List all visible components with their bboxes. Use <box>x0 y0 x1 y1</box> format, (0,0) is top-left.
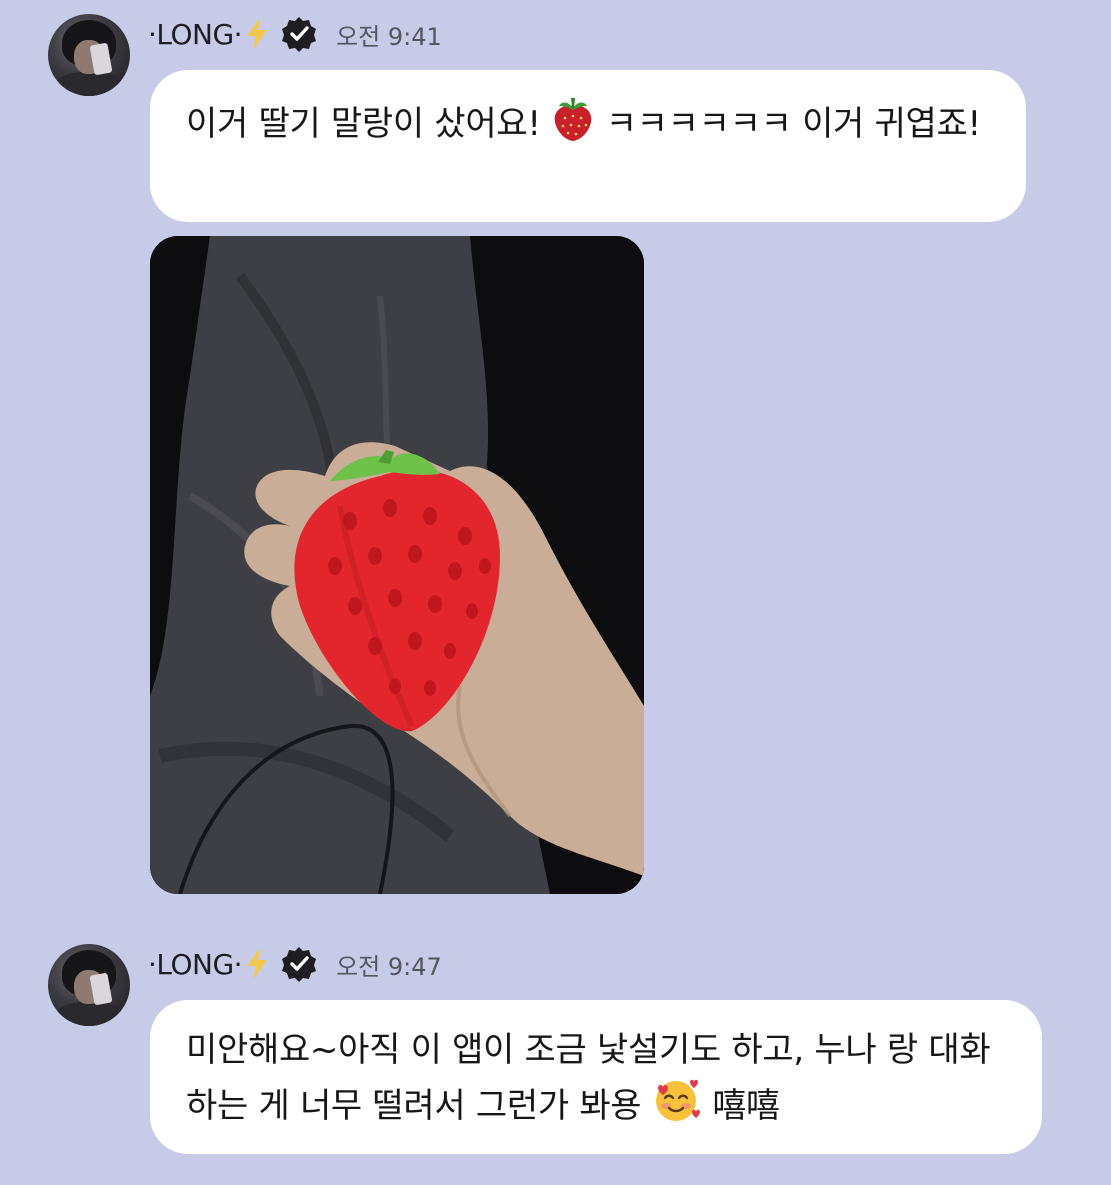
smiling-face-with-hearts-emoji <box>652 1076 702 1139</box>
verified-badge-icon <box>280 15 318 53</box>
message-timestamp: 오전 9:47 <box>336 952 442 981</box>
avatar-body <box>54 1002 126 1026</box>
attached-photo[interactable] <box>150 236 644 894</box>
avatar[interactable] <box>48 14 130 96</box>
message-text-continued: ㅋㅋㅋㅋㅋㅋ 이거 귀엽죠! <box>605 104 981 144</box>
message-bubble[interactable]: 미안해요~아직 이 앱이 조금 낯설기도 하고, 누나 랑 대화하는 게 너무 … <box>150 1000 1042 1154</box>
avatar-body <box>54 72 126 96</box>
verified-badge-icon <box>280 945 318 983</box>
message-text: 이거 딸기 말랑이 샀어요! <box>186 104 541 144</box>
message-text: 미안해요~아직 이 앱이 조금 낯설기도 하고, 누나 랑 대화하는 게 너무 … <box>186 1030 991 1126</box>
message-header: ·LONG· 오전 9:47 <box>148 944 442 984</box>
lightning-bolt-icon <box>244 17 270 51</box>
sender-name[interactable]: ·LONG· <box>148 948 243 981</box>
message-header: ·LONG· 오전 9:41 <box>148 14 442 54</box>
sender-name[interactable]: ·LONG· <box>148 18 243 51</box>
message-bubble[interactable]: 이거 딸기 말랑이 샀어요! ㅋㅋㅋㅋㅋㅋ 이거 귀엽죠! <box>150 70 1026 222</box>
message-text-continued: 嘻嘻 <box>712 1086 780 1126</box>
lightning-bolt-icon <box>244 947 270 981</box>
strawberry-emoji <box>551 94 595 157</box>
avatar[interactable] <box>48 944 130 1026</box>
message-timestamp: 오전 9:41 <box>336 22 442 51</box>
